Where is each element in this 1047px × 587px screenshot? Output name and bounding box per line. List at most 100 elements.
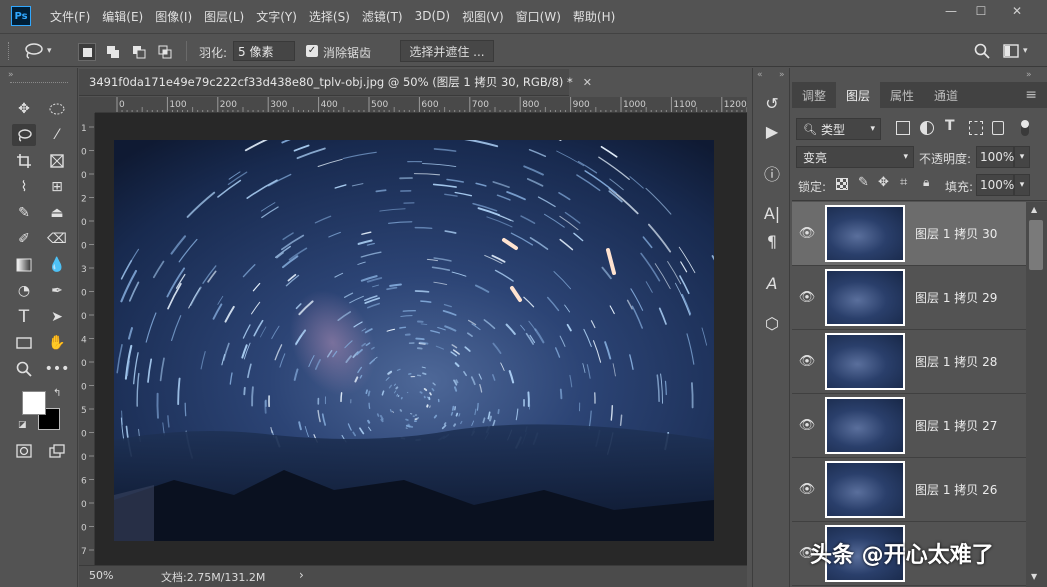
vertical-ruler[interactable]: 1 0 0 2 0 0 3 0 0 4 0 0 5 0 0 6 0 0 7: [79, 113, 95, 565]
tab-layers[interactable]: 图层: [836, 82, 881, 108]
opacity-input[interactable]: 100%: [976, 146, 1014, 168]
layer-row[interactable]: 👁︎ 图层 1 拷贝 26: [792, 458, 1026, 522]
fill-input[interactable]: 100%: [976, 174, 1014, 196]
type-tool-icon[interactable]: T: [12, 306, 36, 328]
collapse-dock-icon[interactable]: «: [757, 70, 763, 80]
paragraph-panel-icon[interactable]: ¶: [759, 230, 785, 252]
lock-artboard-icon[interactable]: ⌗: [900, 175, 907, 190]
document-tab[interactable]: 3491f0da171e49e79c222cf33d438e80_tplv-ob…: [79, 69, 592, 96]
ruler-origin[interactable]: [79, 97, 95, 113]
menu-image[interactable]: 图像(I): [149, 8, 198, 25]
select-and-mask-button[interactable]: 选择并遮住 ...: [400, 40, 494, 62]
menu-3d[interactable]: 3D(D): [409, 9, 456, 23]
tab-properties[interactable]: 属性: [880, 82, 924, 108]
more-tools-icon[interactable]: •••: [45, 358, 70, 380]
filter-type-icon[interactable]: T: [945, 118, 955, 134]
hand-tool-icon[interactable]: ✋: [45, 332, 69, 354]
marquee-tool-icon[interactable]: [45, 98, 69, 120]
tool-preset-picker[interactable]: ▾: [22, 40, 62, 62]
visibility-eye-icon[interactable]: 👁︎: [792, 354, 822, 369]
filter-smart-object-icon[interactable]: [992, 121, 1004, 135]
visibility-eye-icon[interactable]: 👁︎: [792, 482, 822, 497]
layer-list-scrollbar[interactable]: ▲ ▼: [1026, 202, 1047, 587]
layer-row[interactable]: 👁︎ 图层 1 拷贝 29: [792, 266, 1026, 330]
lasso-tool-icon[interactable]: [12, 124, 36, 146]
eraser-tool-icon[interactable]: ⌫: [45, 228, 69, 250]
menu-edit[interactable]: 编辑(E): [96, 8, 149, 25]
menu-filter[interactable]: 滤镜(T): [356, 8, 409, 25]
status-info-arrow-icon[interactable]: ›: [299, 568, 304, 582]
blend-mode-select[interactable]: 变亮 ▾: [796, 146, 914, 168]
close-tab-icon[interactable]: ✕: [583, 76, 592, 89]
subtract-selection-button[interactable]: [130, 43, 148, 61]
menu-select[interactable]: 选择(S): [303, 8, 356, 25]
lock-all-icon[interactable]: 🔒︎: [923, 175, 929, 190]
layer-name[interactable]: 图层 1 拷贝 28: [915, 353, 997, 370]
visibility-eye-icon[interactable]: 👁︎: [792, 418, 822, 433]
minimize-button[interactable]: —: [936, 0, 966, 22]
lock-position-icon[interactable]: ✥: [878, 175, 889, 190]
actions-panel-icon[interactable]: ▶: [759, 120, 785, 142]
scroll-up-icon[interactable]: ▲: [1031, 205, 1037, 214]
feather-input[interactable]: [233, 41, 295, 61]
menu-file[interactable]: 文件(F): [44, 8, 96, 25]
menu-view[interactable]: 视图(V): [456, 8, 510, 25]
antialias-checkbox[interactable]: ✓: [306, 45, 318, 57]
visibility-eye-icon[interactable]: 👁︎: [792, 226, 822, 241]
intersect-selection-button[interactable]: [156, 43, 174, 61]
lock-pixels-icon[interactable]: ✎: [858, 175, 869, 190]
scrollbar-thumb[interactable]: [1029, 220, 1043, 270]
eyedropper-tool-icon[interactable]: ⌇: [12, 176, 36, 198]
zoom-level[interactable]: 50%: [89, 569, 113, 582]
3d-panel-icon[interactable]: ⬡: [759, 312, 785, 334]
filter-toggle[interactable]: [1021, 120, 1029, 136]
expand-dock-icon[interactable]: »: [779, 70, 785, 80]
blur-tool-icon[interactable]: 💧: [45, 254, 69, 276]
layer-name[interactable]: 图层 1 拷贝 27: [915, 417, 997, 434]
new-selection-button[interactable]: [78, 43, 96, 61]
menu-type[interactable]: 文字(Y): [250, 8, 303, 25]
collapse-toolbar-icon[interactable]: »: [8, 70, 14, 80]
info-panel-icon[interactable]: ⓘ: [759, 162, 785, 184]
frame-tool-icon[interactable]: [45, 150, 69, 172]
lock-transparent-icon[interactable]: [836, 178, 848, 190]
menu-help[interactable]: 帮助(H): [567, 8, 621, 25]
menu-window[interactable]: 窗口(W): [510, 8, 567, 25]
history-brush-tool-icon[interactable]: ✐: [12, 228, 36, 250]
maximize-button[interactable]: ☐: [966, 0, 996, 22]
layer-row[interactable]: 👁︎ 图层 1 拷贝 28: [792, 330, 1026, 394]
horizontal-ruler[interactable]: 0 100 200 300 400 500 600 700 800 900 1000 1100 1200: [95, 97, 747, 113]
add-selection-button[interactable]: [104, 43, 122, 61]
tab-channels[interactable]: 通道: [924, 82, 968, 108]
collapse-panel-icon[interactable]: »: [1026, 70, 1032, 80]
foreground-color-swatch[interactable]: [22, 391, 46, 415]
magic-wand-tool-icon[interactable]: ⁄: [45, 124, 69, 146]
opacity-dropdown-icon[interactable]: ▾: [1014, 146, 1030, 168]
default-colors-icon[interactable]: ◪: [18, 420, 27, 430]
filter-shape-icon[interactable]: [969, 121, 983, 135]
layer-name[interactable]: 图层 1 拷贝 29: [915, 289, 997, 306]
layer-name[interactable]: 图层 1 拷贝 26: [915, 481, 997, 498]
zoom-tool-icon[interactable]: [12, 358, 36, 380]
filter-adjustment-icon[interactable]: [920, 121, 934, 135]
rectangle-tool-icon[interactable]: [12, 332, 36, 354]
path-selection-tool-icon[interactable]: ➤: [45, 306, 69, 328]
fill-dropdown-icon[interactable]: ▾: [1014, 174, 1030, 196]
workspace-switcher[interactable]: ▾: [1003, 44, 1028, 58]
brush-tool-icon[interactable]: ✎: [12, 202, 36, 224]
screen-mode-icon[interactable]: [45, 440, 69, 462]
filter-pixel-icon[interactable]: [896, 121, 910, 135]
layer-filter-kind[interactable]: 🔍︎ 类型 ▾: [796, 118, 881, 140]
glyphs-panel-icon[interactable]: A: [759, 272, 785, 294]
visibility-eye-icon[interactable]: 👁︎: [792, 290, 822, 305]
dodge-tool-icon[interactable]: ◔: [12, 280, 36, 302]
gradient-tool-icon[interactable]: [12, 254, 36, 276]
panel-menu-icon[interactable]: ≡: [1015, 82, 1047, 108]
character-panel-icon[interactable]: A|: [759, 202, 785, 224]
quick-mask-icon[interactable]: [12, 440, 36, 462]
document-image[interactable]: [114, 140, 714, 541]
scroll-down-icon[interactable]: ▼: [1031, 572, 1037, 581]
spot-healing-tool-icon[interactable]: ⊞: [45, 176, 69, 198]
search-button[interactable]: [974, 43, 990, 62]
close-window-button[interactable]: ✕: [1002, 0, 1032, 22]
